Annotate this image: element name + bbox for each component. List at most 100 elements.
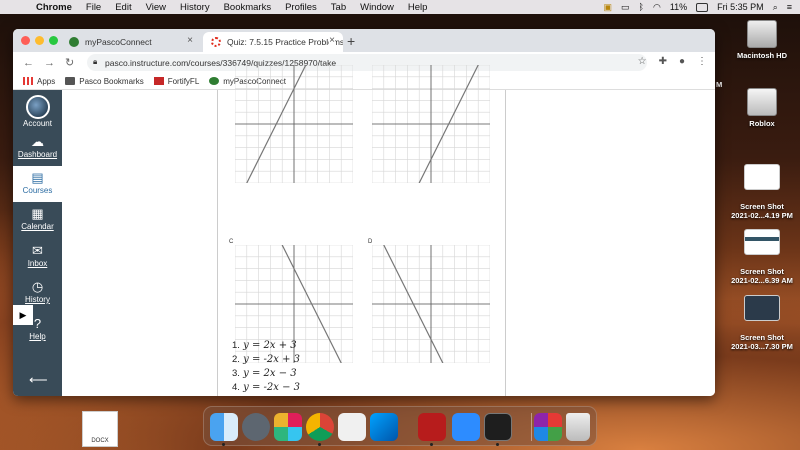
sidebar-item-calendar[interactable]: ▦ Calendar bbox=[13, 202, 62, 238]
close-tab-icon[interactable]: × bbox=[187, 35, 193, 46]
slack-icon[interactable] bbox=[274, 413, 302, 441]
running-indicator bbox=[430, 443, 433, 446]
bluetooth-icon[interactable]: ᛒ bbox=[639, 2, 644, 12]
menu-edit[interactable]: Edit bbox=[115, 2, 131, 13]
running-indicator bbox=[222, 443, 225, 446]
menu-view[interactable]: View bbox=[146, 2, 166, 13]
browser-window: myPascoConnect × Quiz: 7.5.15 Practice P… bbox=[13, 29, 715, 396]
screenshot-thumbnail-icon bbox=[744, 295, 780, 321]
desktop-icon-label: Screen Shot 2021-02...4.19 PM bbox=[731, 202, 793, 220]
collapse-nav-icon[interactable]: ⟵ bbox=[29, 372, 48, 388]
sidebar-item-label: Calendar bbox=[21, 222, 54, 231]
history-icon: ◷ bbox=[31, 279, 44, 294]
sidebar-item-label: History bbox=[25, 295, 50, 304]
shield-icon[interactable]: ▣ bbox=[604, 2, 613, 13]
sidebar-item-account[interactable]: Account bbox=[13, 92, 62, 128]
running-indicator bbox=[496, 443, 499, 446]
desktop-icon-screenshot-2[interactable]: Screen Shot 2021-02...6.39 AM bbox=[727, 220, 797, 285]
screen-icon[interactable]: ▭ bbox=[621, 2, 630, 13]
close-tab-icon[interactable]: × bbox=[329, 35, 335, 46]
play-icon[interactable]: ▶ bbox=[13, 305, 33, 325]
sidebar-item-label: Help bbox=[29, 332, 46, 341]
menu-profiles[interactable]: Profiles bbox=[285, 2, 317, 13]
window-controls bbox=[21, 36, 58, 45]
wifi-icon[interactable]: ◠ bbox=[653, 2, 661, 13]
battery-icon[interactable] bbox=[696, 2, 709, 12]
extensions-icon[interactable]: ✚ bbox=[659, 56, 667, 67]
launchpad-icon[interactable] bbox=[242, 413, 270, 441]
bookmark-label: Apps bbox=[37, 76, 56, 86]
terminal-icon[interactable] bbox=[484, 413, 512, 441]
sidebar-item-courses[interactable]: ▤ Courses bbox=[13, 166, 62, 202]
reload-icon[interactable]: ↻ bbox=[65, 56, 74, 69]
bookmarks-bar: Apps Pasco Bookmarks FortifyFL myPascoCo… bbox=[13, 73, 715, 90]
new-tab-button[interactable]: + bbox=[347, 33, 355, 49]
sidebar-item-inbox[interactable]: ✉ Inbox bbox=[13, 239, 62, 275]
fortifyfl-icon bbox=[153, 77, 164, 85]
desktop-icon-screenshot-1[interactable]: Screen Shot 2021-02...4.19 PM bbox=[727, 155, 797, 220]
desktop-icon-roblox[interactable]: Roblox bbox=[727, 88, 797, 128]
zoom-icon[interactable] bbox=[452, 413, 480, 441]
graph-d bbox=[372, 245, 490, 363]
toolbar-actions: ☆ ✚ ● ⋮ bbox=[638, 56, 707, 67]
sidebar-item-label: Dashboard bbox=[17, 150, 58, 159]
battery-percent[interactable]: 11% bbox=[670, 2, 687, 12]
menu-app-name[interactable]: Chrome bbox=[36, 2, 72, 13]
inbox-icon: ✉ bbox=[32, 243, 43, 258]
answer-equation: y = -2x − 3 bbox=[243, 382, 300, 393]
forward-icon[interactable]: → bbox=[44, 57, 55, 69]
minimize-window-button[interactable] bbox=[35, 36, 44, 45]
screenshot-thumbnail-icon bbox=[744, 164, 780, 190]
desktop-file-docx[interactable]: DOCX bbox=[82, 411, 118, 447]
menu-file[interactable]: File bbox=[86, 2, 101, 13]
exam-app-icon[interactable] bbox=[418, 413, 446, 441]
apps-grid-icon bbox=[23, 77, 33, 85]
menu-help[interactable]: Help bbox=[408, 2, 428, 13]
answer-item: 3. y = 2x − 3 bbox=[232, 367, 300, 381]
menu-bar: Chrome File Edit View History Bookmarks … bbox=[0, 0, 800, 14]
bookmark-fortifyfl[interactable]: FortifyFL bbox=[153, 76, 200, 86]
lock-icon[interactable]: 🔒︎ bbox=[93, 57, 97, 67]
address-bar[interactable]: 🔒︎ pasco.instructure.com/courses/336749/… bbox=[87, 54, 647, 71]
menu-tab[interactable]: Tab bbox=[331, 2, 346, 13]
menu-history[interactable]: History bbox=[180, 2, 210, 13]
finder-icon[interactable] bbox=[210, 413, 238, 441]
clock[interactable]: Fri 5:35 PM bbox=[717, 2, 764, 12]
desktop-icon-label: Roblox bbox=[749, 119, 775, 128]
courses-icon: ▤ bbox=[31, 170, 44, 185]
sidebar-item-label: Courses bbox=[22, 186, 53, 195]
search-icon[interactable]: ⌕ bbox=[773, 2, 778, 13]
disk-image-icon bbox=[747, 88, 777, 116]
control-center-icon[interactable]: ≡ bbox=[787, 2, 792, 12]
close-window-button[interactable] bbox=[21, 36, 30, 45]
sidebar-item-label: Inbox bbox=[27, 259, 48, 268]
roblox-icon[interactable] bbox=[338, 413, 366, 441]
content-divider bbox=[505, 90, 506, 396]
bookmark-star-icon[interactable]: ☆ bbox=[638, 56, 647, 67]
tab-mypascoconnect[interactable]: myPascoConnect × bbox=[61, 32, 201, 52]
status-area: ▣ ▭ ᛒ ◠ 11% Fri 5:35 PM ⌕ ≡ bbox=[604, 0, 792, 14]
trash-icon[interactable] bbox=[566, 413, 590, 441]
bookmark-pasco-bookmarks[interactable]: Pasco Bookmarks bbox=[65, 77, 144, 86]
avatar-icon bbox=[25, 95, 50, 119]
zoom-window-button[interactable] bbox=[49, 36, 58, 45]
browser-toolbar: ← → ↻ 🔒︎ pasco.instructure.com/courses/3… bbox=[13, 52, 715, 73]
desktop-icon-screenshot-3[interactable]: Screen Shot 2021-03...7.30 PM bbox=[727, 286, 797, 351]
tab-title: myPascoConnect bbox=[85, 37, 152, 47]
more-menu-icon[interactable]: ⋮ bbox=[697, 56, 707, 67]
screenshot-thumbnail-icon bbox=[744, 229, 780, 255]
bookmark-apps[interactable]: Apps bbox=[23, 77, 55, 86]
chrome-icon[interactable] bbox=[306, 413, 334, 441]
sidebar-item-dashboard[interactable]: ☁ Dashboard bbox=[13, 130, 62, 166]
bookmark-label: FortifyFL bbox=[167, 76, 200, 86]
graph-a bbox=[235, 65, 353, 183]
menu-window[interactable]: Window bbox=[360, 2, 394, 13]
back-icon[interactable]: ← bbox=[23, 57, 34, 69]
desktop-icon-macintosh-hd[interactable]: Macintosh HD bbox=[727, 20, 797, 60]
quiz-content: C D 1. y = 2x + 3 2. y = -2x + 3 3. y = … bbox=[62, 65, 715, 396]
tab-quiz[interactable]: Quiz: 7.5.15 Practice Problems × bbox=[203, 32, 343, 52]
profile-icon[interactable]: ● bbox=[679, 56, 685, 67]
mypascoconnect-dock-icon[interactable] bbox=[534, 413, 562, 441]
menu-bookmarks[interactable]: Bookmarks bbox=[224, 2, 272, 13]
roblox-studio-icon[interactable] bbox=[370, 413, 398, 441]
